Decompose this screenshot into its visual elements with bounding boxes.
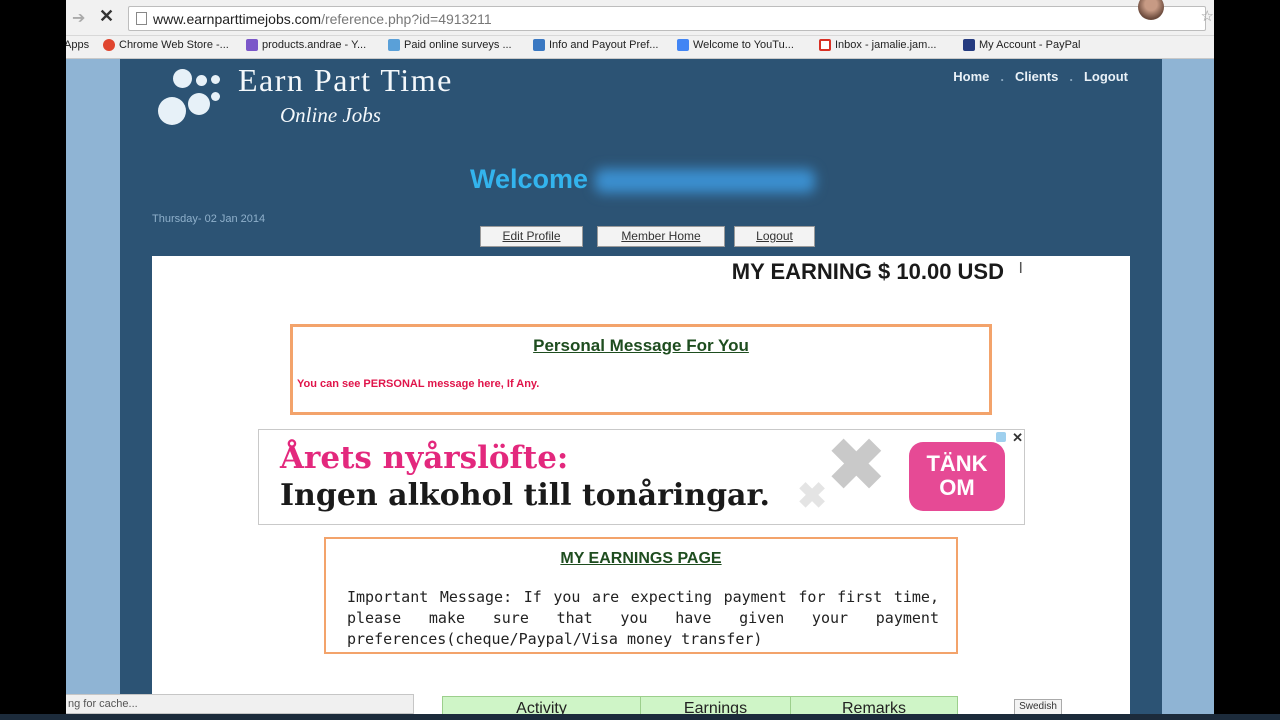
personal-message-box: Personal Message For You You can see PER… [290,324,992,415]
member-home-button[interactable]: Member Home [597,226,725,247]
bookmark-label: Paid online surveys ... [404,39,512,51]
advertisement-banner[interactable]: Årets nyårslöfte: Ingen alkohol till ton… [258,429,1025,525]
site-page: Earn Part Time Online Jobs Home . Client… [120,59,1162,720]
ad-badge: TÄNK OM [909,442,1005,511]
ad-badge-line1: TÄNK [926,451,988,476]
logo-dots-icon [158,67,228,127]
bookmark-chrome-web-store[interactable]: Chrome Web Store -... [103,39,229,51]
browser-window: ➔ ✕ www.earnparttimejobs.com/reference.p… [66,0,1214,720]
logout-button[interactable]: Logout [734,226,815,247]
bookmark-info-payout[interactable]: Info and Payout Pref... [533,39,658,51]
ad-decor-x-icon: ✖ [797,475,828,516]
welcome-heading: Welcome [470,164,589,194]
bookmark-label: Info and Payout Pref... [549,39,659,51]
os-taskbar [0,714,1280,720]
bookmark-label: Chrome Web Store -... [119,39,229,51]
nav-logout-link[interactable]: Logout [1084,69,1128,84]
ad-headline: Årets nyårslöfte: [280,440,569,476]
edit-profile-button[interactable]: Edit Profile [480,226,583,247]
browser-toolbar: ➔ ✕ www.earnparttimejobs.com/reference.p… [66,0,1214,36]
blurred-username [595,169,815,193]
gmail-icon [819,39,831,51]
nav-separator: . [1000,69,1004,84]
text-cursor-icon: I [1018,260,1023,277]
page-icon [136,12,147,25]
paypal-icon [963,39,975,51]
nav-home-link[interactable]: Home [953,69,989,84]
top-navigation: Home . Clients . Logout [953,69,1128,84]
mail-icon [246,39,258,51]
stop-loading-icon[interactable]: ✕ [99,6,114,27]
bookmark-label: Welcome to YouTu... [693,39,794,51]
bookmark-youtube[interactable]: Welcome to YouTu... [677,39,794,51]
bookmark-products-andrae[interactable]: products.andrae - Y... [246,39,366,51]
earnings-page-title: MY EARNINGS PAGE [560,550,722,567]
bookmark-inbox[interactable]: Inbox - jamalie.jam... [819,39,936,51]
current-date: Thursday- 02 Jan 2014 [152,213,266,225]
survey-icon [388,39,400,51]
google-icon [677,39,689,51]
url-text[interactable]: www.earnparttimejobs.com/reference.php?i… [153,11,492,27]
earnings-important-message: Important Message: If you are expecting … [347,588,939,648]
bookmark-label: My Account - PayPal [979,39,1081,51]
url-path: /reference.php?id=4913211 [321,11,492,27]
info-icon [533,39,545,51]
bookmark-label: Apps [66,39,90,51]
personal-message-text: You can see PERSONAL message here, If An… [297,378,540,390]
bookmark-apps[interactable]: Apps [66,39,89,51]
forward-icon[interactable]: ➔ [72,8,85,28]
address-bar[interactable]: www.earnparttimejobs.com/reference.php?i… [128,6,1206,31]
ad-close-icon[interactable]: ✕ [1012,431,1023,444]
adchoices-icon[interactable] [996,432,1006,442]
language-button[interactable]: Swedish [1014,699,1062,715]
bookmark-star-icon[interactable]: ☆ [1201,7,1214,25]
bookmarks-bar: Apps Chrome Web Store -... products.andr… [66,36,1214,59]
personal-message-title: Personal Message For You [533,336,749,355]
logo-subtitle: Online Jobs [280,103,381,127]
bookmark-paypal[interactable]: My Account - PayPal [963,39,1081,51]
bookmark-paid-surveys[interactable]: Paid online surveys ... [388,39,512,51]
nav-clients-link[interactable]: Clients [1015,69,1058,84]
browser-status-bar: ng for cache... [66,694,414,714]
url-host: www.earnparttimejobs.com [153,11,322,27]
earnings-page-box: MY EARNINGS PAGE Important Message: If y… [324,537,958,654]
nav-separator: . [1069,69,1073,84]
ad-subline: Ingen alkohol till tonåringar. [280,478,770,513]
earning-total: MY EARNING $ 10.00 USD [731,259,1004,284]
bookmark-label: products.andrae - Y... [262,39,367,51]
chrome-store-icon [103,39,115,51]
logo-title[interactable]: Earn Part Time [238,62,453,99]
main-content: MY EARNING $ 10.00 USD I Personal Messag… [152,256,1130,720]
ad-decor-x-icon: ✖ [827,429,886,504]
bookmark-label: Inbox - jamalie.jam... [835,39,937,51]
ad-badge-line2: OM [939,475,975,500]
